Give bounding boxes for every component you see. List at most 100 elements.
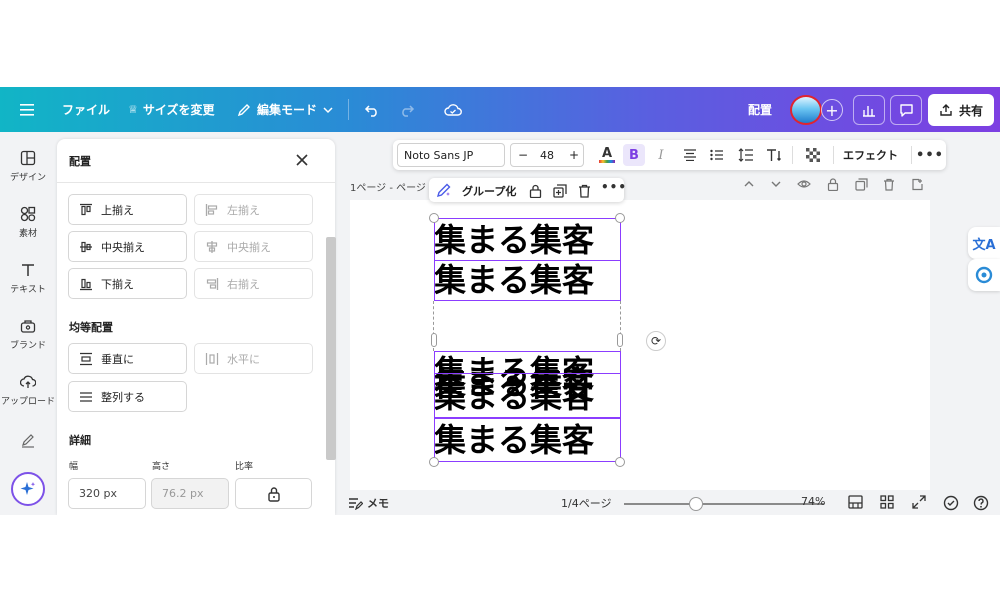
rail-item-elements[interactable]: 素材 [0, 206, 56, 239]
assistant-button[interactable] [968, 259, 1000, 291]
align-bottom-button[interactable]: 下揃え [68, 268, 187, 299]
expand-icon [912, 495, 926, 509]
list-button[interactable] [706, 144, 728, 166]
trash-icon [884, 178, 894, 191]
resize-handle[interactable] [429, 213, 439, 223]
text-color-button[interactable]: A [596, 144, 618, 166]
delete-element-button[interactable] [578, 183, 591, 202]
duplicate-element-button[interactable] [553, 183, 567, 202]
eye-icon [797, 180, 811, 188]
zoom-level[interactable]: 74% [801, 495, 825, 508]
italic-button[interactable]: I [650, 144, 672, 166]
translate-button[interactable]: 文A [968, 227, 1000, 259]
side-resize-handle[interactable] [617, 333, 623, 347]
avatar[interactable] [790, 95, 822, 125]
color-strip [599, 160, 615, 163]
delete-page-button[interactable] [883, 178, 895, 194]
tidy-up-button[interactable]: 整列する [68, 381, 187, 412]
page-count[interactable]: 1/4ページ [561, 495, 611, 511]
tidy-icon [80, 391, 92, 402]
rail-item-upload[interactable]: アップロード [0, 374, 56, 407]
fullscreen-button[interactable] [912, 495, 926, 509]
align-middle-button[interactable]: 中央揃え [68, 231, 187, 262]
width-input[interactable]: 320 px [68, 478, 146, 509]
page-view-button[interactable] [848, 495, 863, 509]
check-button[interactable] [943, 495, 959, 511]
magic-sparkle-icon [20, 482, 36, 495]
increase-size-button[interactable]: + [569, 148, 579, 162]
help-button[interactable] [973, 495, 989, 511]
position-label[interactable]: 配置 [748, 87, 772, 132]
share-button[interactable]: 共有 [928, 94, 994, 126]
lock-element-button[interactable] [529, 183, 542, 202]
insights-button[interactable] [853, 95, 885, 125]
file-menu[interactable]: ファイル [62, 87, 110, 132]
group-button[interactable]: グループ化 [462, 183, 516, 199]
hide-page-button[interactable] [797, 178, 811, 193]
rail-item-text[interactable]: テキスト [0, 262, 56, 295]
text-align-button[interactable] [679, 144, 701, 166]
distribute-horizontal-button[interactable]: 水平に [194, 343, 313, 374]
rail-item-brand[interactable]: ブランド [0, 318, 56, 351]
rail-item-design[interactable]: デザイン [0, 150, 56, 183]
resize-button[interactable]: ♕ サイズを変更 [128, 87, 215, 132]
ratio-label: 比率 [235, 462, 254, 472]
redo-button[interactable] [399, 87, 415, 132]
spacing-button[interactable] [735, 144, 757, 166]
separator [911, 146, 912, 164]
font-size-value[interactable]: 48 [540, 149, 554, 162]
align-top-button[interactable]: 上揃え [68, 194, 187, 225]
app-window: ファイル ♕ サイズを変更 編集モード 配置 + 共有 デザイン 素材 テキスト… [0, 87, 1000, 515]
cloud-save-button[interactable] [444, 87, 462, 132]
cloud-check-icon [444, 103, 462, 116]
panel-scrollbar[interactable] [326, 237, 336, 460]
move-page-up-button[interactable] [743, 178, 755, 192]
align-center-icon [206, 240, 218, 253]
rail-item-draw[interactable] [0, 432, 56, 452]
add-page-button[interactable] [911, 178, 924, 194]
resize-handle[interactable] [615, 213, 625, 223]
align-center-button[interactable]: 中央揃え [194, 231, 313, 262]
font-family-dropdown[interactable]: Noto Sans JP [397, 143, 505, 167]
zoom-slider-thumb[interactable] [689, 497, 703, 511]
decrease-size-button[interactable]: − [518, 148, 528, 162]
edit-mode-dropdown[interactable]: 編集モード [237, 87, 333, 132]
notes-button[interactable]: メモ [348, 495, 389, 511]
undo-button[interactable] [364, 87, 380, 132]
align-center-label: 中央揃え [227, 240, 271, 254]
height-input[interactable]: 76.2 px [151, 478, 229, 509]
lock-page-button[interactable] [827, 178, 839, 194]
resize-handle[interactable] [429, 457, 439, 467]
move-page-down-button[interactable] [770, 178, 782, 192]
grid-view-button[interactable] [880, 495, 894, 509]
duplicate-page-button[interactable] [855, 178, 868, 194]
bold-button[interactable]: B [623, 144, 645, 166]
notes-label: メモ [367, 497, 389, 510]
elements-icon [20, 206, 36, 222]
align-right-button[interactable]: 右揃え [194, 268, 313, 299]
more-element-options-button[interactable]: ••• [601, 180, 627, 194]
more-options-button[interactable]: ••• [916, 144, 943, 166]
side-resize-handle[interactable] [431, 333, 437, 347]
close-button[interactable] [293, 151, 311, 169]
check-circle-icon [943, 495, 959, 511]
rotate-handle[interactable]: ⟳ [646, 331, 666, 351]
zoom-slider-track[interactable] [624, 503, 824, 505]
ratio-lock-button[interactable] [235, 478, 312, 509]
resize-handle[interactable] [615, 457, 625, 467]
distribute-vertical-button[interactable]: 垂直に [68, 343, 187, 374]
comment-button[interactable] [890, 95, 922, 125]
align-left-button[interactable]: 左揃え [194, 194, 313, 225]
rail-label-text: テキスト [10, 285, 46, 295]
transparency-button[interactable] [802, 144, 824, 166]
add-collaborator-button[interactable]: + [821, 99, 843, 121]
vertical-text-button[interactable] [763, 144, 785, 166]
chevron-down-icon [771, 181, 781, 187]
align-top-label: 上揃え [101, 203, 134, 217]
menu-button[interactable] [20, 87, 34, 132]
magic-button[interactable] [11, 472, 45, 506]
magic-edit-button[interactable] [436, 182, 452, 202]
add-page-icon [912, 178, 923, 191]
effects-button[interactable]: エフェクト [843, 144, 898, 166]
rail-label-elements: 素材 [18, 229, 37, 239]
